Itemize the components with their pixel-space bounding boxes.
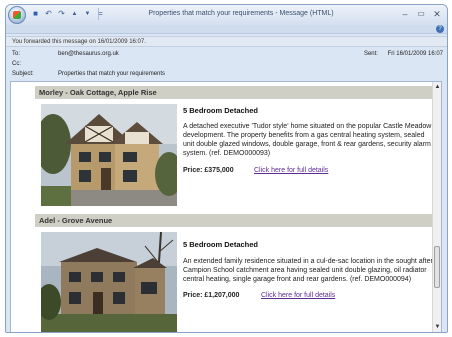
- sent-label: Sent:: [363, 51, 378, 57]
- listing-heading: Adel - Grove Avenue: [35, 214, 437, 227]
- full-details-link[interactable]: Click here for full details: [254, 167, 328, 174]
- sent-value: Fri 16/01/2009 16:07: [387, 51, 443, 57]
- redo-icon[interactable]: ↷: [57, 9, 66, 19]
- maximize-button[interactable]: ▭: [415, 9, 427, 19]
- property-description: An extended family residence situated in…: [183, 258, 433, 283]
- scroll-up-arrow-icon[interactable]: ▲: [434, 83, 441, 91]
- down-arrow-icon[interactable]: ▼: [83, 9, 92, 19]
- scrollbar-thumb[interactable]: [434, 246, 440, 288]
- to-label: To:: [12, 51, 21, 57]
- undo-icon[interactable]: ↶: [44, 9, 53, 19]
- property-type: 5 Bedroom Detached: [183, 106, 259, 115]
- cc-label: Cc:: [12, 61, 21, 67]
- help-icon[interactable]: ?: [436, 25, 444, 33]
- property-type: 5 Bedroom Detached: [183, 240, 259, 249]
- property-price: Price: £375,000: [183, 167, 234, 174]
- property-photo: [41, 232, 177, 332]
- ribbon-strip: ?: [6, 25, 447, 34]
- message-headers: To: ben@thesaurus.org.uk Cc: Subject: Pr…: [6, 48, 447, 80]
- up-arrow-icon[interactable]: ▲: [70, 9, 79, 19]
- vertical-scrollbar[interactable]: ▲ ▼: [432, 82, 441, 332]
- full-details-link[interactable]: Click here for full details: [261, 292, 335, 299]
- minimize-button[interactable]: –: [399, 9, 411, 19]
- subject-label: Subject:: [12, 71, 34, 77]
- title-bar: ■ ↶ ↷ ▲ ▼ = Properties that match your r…: [6, 5, 447, 25]
- scroll-down-arrow-icon[interactable]: ▼: [434, 323, 441, 331]
- property-photo: [41, 104, 177, 206]
- property-description: A detached executive 'Tudor style' home …: [183, 123, 432, 157]
- info-bar[interactable]: You forwarded this message on 16/01/2009…: [6, 36, 447, 47]
- message-window: ■ ↶ ↷ ▲ ▼ = Properties that match your r…: [5, 4, 448, 333]
- to-value[interactable]: ben@thesaurus.org.uk: [58, 51, 119, 57]
- save-icon[interactable]: ■: [31, 9, 40, 19]
- window-title: Properties that match your requirements …: [148, 10, 334, 17]
- close-button[interactable]: ✕: [431, 9, 443, 19]
- subject-value: Properties that match your requirements: [58, 71, 166, 77]
- quick-access-toolbar: ■ ↶ ↷ ▲ ▼ =: [31, 9, 105, 19]
- message-body[interactable]: Morley - Oak Cottage, Apple Rise 5 Bedro…: [10, 81, 442, 332]
- property-price: Price: £1,207,000: [183, 292, 240, 299]
- listing-heading: Morley - Oak Cottage, Apple Rise: [35, 86, 437, 99]
- toolbar-separator: [98, 8, 99, 20]
- sent-info: Sent: Fri 16/01/2009 16:07: [364, 51, 443, 57]
- office-button-icon[interactable]: [8, 6, 26, 24]
